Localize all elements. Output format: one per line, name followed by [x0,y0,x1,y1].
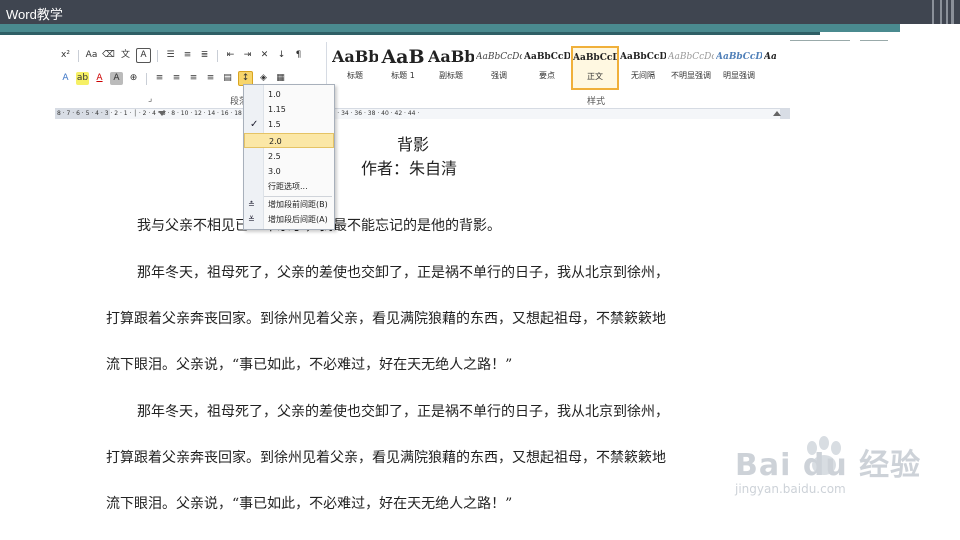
header-accent-stripe-dark [0,32,820,35]
style-item[interactable]: AaBbCcDc 强调 [475,46,523,90]
header-decor-line [951,0,954,24]
style-sample: AaBbCcDc [476,52,522,62]
style-sample: AaBb( [428,47,474,66]
style-name: 强调 [491,71,507,80]
style-item[interactable]: AaBb( 副标题 [427,46,475,90]
style-item[interactable]: AaB 标题 1 [379,46,427,90]
superscript-icon[interactable]: x² [59,49,72,62]
watermark-brand: Bai du 经验 [735,448,922,483]
phonetic-guide-icon[interactable]: 文 [119,49,132,62]
style-name: 副标题 [439,71,463,80]
space-before-icon: ≛ [248,200,255,209]
distributed-icon[interactable]: ▤ [221,72,234,85]
paragraph-line: 打算跟着父亲奔丧回家。到徐州见着父亲，看见满院狼藉的东西，又想起祖母，不禁簌簌地 [106,311,666,327]
style-item[interactable]: AaBbCcD 无间隔 [619,46,667,90]
char-border-icon[interactable]: A [136,48,151,63]
slide-title: Word教学 [6,7,63,22]
slide-header-bar: Word教学 [0,0,960,24]
line-spacing-option-3-0[interactable]: 3.0 [244,164,334,179]
change-case-icon[interactable]: Aa [85,49,98,62]
separator [217,49,218,62]
line-spacing-option-2-5[interactable]: 2.5 [244,149,334,164]
multilevel-list-icon[interactable]: ≣ [198,49,211,62]
horizontal-ruler[interactable]: 8 · 7 · 6 · 5 · 4 · 3 · 2 · 1 · │ · 2 · … [55,109,790,119]
separator [157,49,158,62]
style-name: 不明显强调 [671,71,711,80]
header-accent-stripe [0,24,900,32]
line-spacing-option-1-5[interactable]: ✓ 1.5 [244,117,334,132]
style-sample: AaBbCcD [716,52,762,62]
paragraph-line: 流下眼泪。父亲说，“事已如此，不必难过，好在天无绝人之路！” [106,496,513,512]
paragraph-line: 打算跟着父亲奔丧回家。到徐州见着父亲，看见满院狼藉的东西，又想起祖母，不禁簌簌地 [106,450,666,466]
style-item[interactable]: AaBbCcDc 不明显强调 [667,46,715,90]
decor-line [860,40,888,41]
styles-gallery: AaBb( 标题 AaB 标题 1 AaBb( 副标题 AaBbCcDc 强调 AaBbCcD 要… [331,46,777,90]
font-color-icon[interactable]: A [93,72,106,85]
first-line-indent-marker[interactable] [158,111,166,116]
style-name: 标题 [347,71,363,80]
decor-line [790,40,850,41]
style-name: 标题 1 [391,71,415,80]
increase-indent-icon[interactable]: ⇥ [241,49,254,62]
separator [146,72,147,85]
header-decor-line [940,0,942,24]
enclose-char-icon[interactable]: ⊕ [127,72,140,85]
align-center-icon[interactable]: ≡ [170,72,183,85]
clear-format-icon[interactable]: ⌫ [102,49,115,62]
ruler-ticks: 8 · 7 · 6 · 5 · 4 · 3 · 2 · 1 · │ · 2 · … [57,110,420,117]
group-label-styles: 样式 [587,97,606,107]
text-effects-icon[interactable]: A [59,72,72,85]
style-item[interactable]: AaBbCcD 明显强调 [715,46,763,90]
dialog-launcher-icon[interactable]: ⌟ [148,94,152,104]
style-sample: Aa [764,52,776,62]
align-right-icon[interactable]: ≡ [187,72,200,85]
align-left-icon[interactable]: ≡ [153,72,166,85]
style-sample: AaBbCcD [573,53,617,63]
style-item[interactable]: Aa [763,46,777,90]
style-sample: AaBbCcDc [668,52,714,62]
show-marks-icon[interactable]: ¶ [292,49,305,62]
chinese-layout-icon[interactable]: ✕ [258,49,271,62]
separator [78,49,79,62]
checkmark-icon: ✓ [250,119,259,130]
style-sample: AaBbCcD [524,52,570,62]
line-spacing-options-item[interactable]: 行距选项... [244,179,334,194]
style-sample: AaBb( [332,47,378,66]
header-decor-line [932,0,934,24]
document-author: 作者：朱自清 [361,159,458,178]
right-indent-marker[interactable] [773,111,781,116]
line-spacing-option-2-0[interactable]: 2.0 [244,133,334,148]
font-toolbar-row1: x² Aa ⌫ 文 A ☰ ≡ ≣ ⇤ ⇥ ✕ ↓ ¶ [59,48,305,63]
style-sample: AaB [381,47,425,67]
watermark-url: jingyan.baidu.com [735,482,846,496]
header-decor-line [946,0,948,24]
style-item[interactable]: AaBbCcD 要点 [523,46,571,90]
word-ribbon: x² Aa ⌫ 文 A ☰ ≡ ≣ ⇤ ⇥ ✕ ↓ ¶ A ab A A ⊕ ≡… [55,38,790,109]
highlight-color-icon[interactable]: ab [76,72,89,85]
paragraph-line: 流下眼泪。父亲说，“事已如此，不必难过，好在天无绝人之路！” [106,357,513,373]
style-name: 要点 [539,71,555,80]
space-after-icon: ≚ [248,215,255,224]
bullets-icon[interactable]: ☰ [164,49,177,62]
line-spacing-option-1-15[interactable]: 1.15 [244,102,334,117]
numbering-icon[interactable]: ≡ [181,49,194,62]
style-sample: AaBbCcD [620,52,666,62]
baidu-watermark: Bai du 经验 jingyan.baidu.com [735,440,921,496]
style-item[interactable]: AaBb( 标题 [331,46,379,90]
style-item[interactable]: AaBbCcD 正文 [571,46,619,90]
add-space-before-item[interactable]: ≛ 增加段前间距(B) [244,197,334,212]
style-name: 无间隔 [631,71,655,80]
decrease-indent-icon[interactable]: ⇤ [224,49,237,62]
add-space-after-item[interactable]: ≚ 增加段后间距(A) [244,212,334,227]
line-spacing-dropdown: 1.0 1.15 ✓ 1.5 2.0 2.5 3.0 行距选项... ≛ 增加段前间… [243,84,335,230]
paragraph-line: 那年冬天，祖母死了，父亲的差使也交卸了，正是祸不单行的日子，我从北京到徐州， [137,404,669,420]
sort-icon[interactable]: ↓ [275,49,288,62]
style-name: 正文 [587,72,603,81]
document-title: 背影 [397,135,430,154]
line-spacing-option-1-0[interactable]: 1.0 [244,87,334,102]
paragraph-line: 那年冬天，祖母死了，父亲的差使也交卸了，正是祸不单行的日子，我从北京到徐州， [137,265,669,281]
style-name: 明显强调 [723,71,755,80]
char-shading-icon[interactable]: A [110,72,123,85]
justify-icon[interactable]: ≡ [204,72,217,85]
